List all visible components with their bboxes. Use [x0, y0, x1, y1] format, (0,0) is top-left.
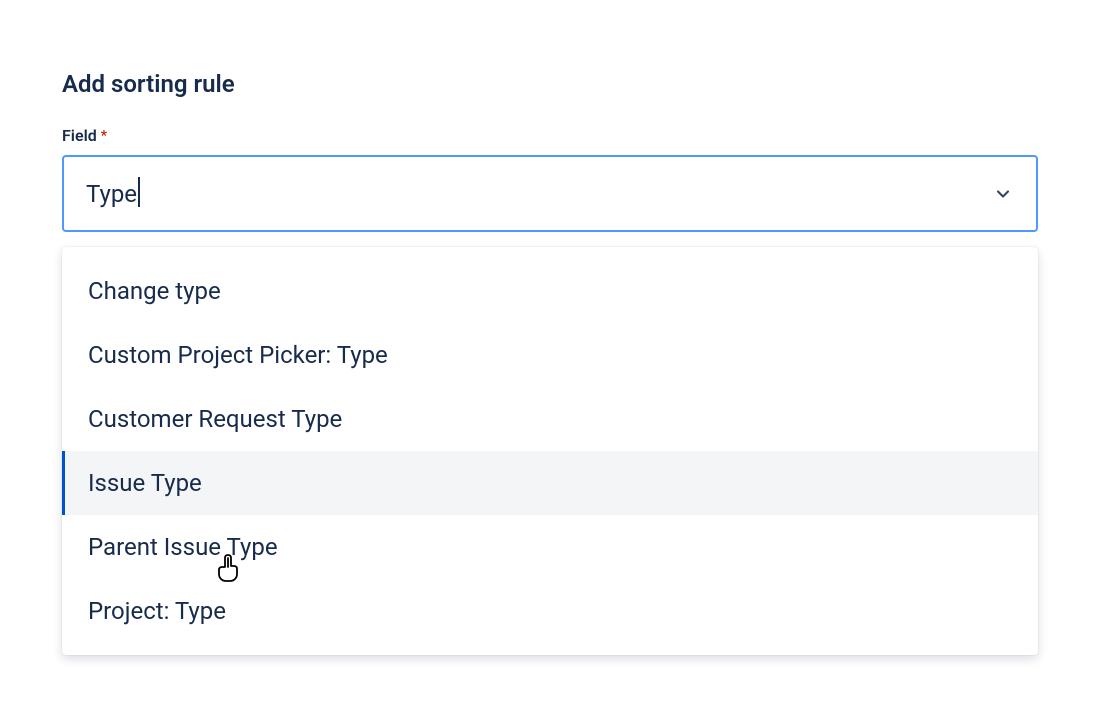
field-input-text: Type [86, 180, 137, 208]
field-select-wrapper: Type Change type Custom Project Picker: … [62, 155, 1038, 232]
chevron-down-icon[interactable] [992, 183, 1014, 205]
dialog-title: Add sorting rule [62, 70, 1038, 98]
dropdown-option[interactable]: Customer Request Type [62, 387, 1038, 451]
field-label: Field [62, 126, 97, 145]
text-cursor [138, 177, 140, 207]
field-select-input[interactable]: Type [62, 155, 1038, 232]
dropdown-option[interactable]: Custom Project Picker: Type [62, 323, 1038, 387]
dropdown-option[interactable]: Parent Issue Type [62, 515, 1038, 579]
field-dropdown: Change type Custom Project Picker: Type … [62, 247, 1038, 655]
field-label-row: Field * [62, 126, 1038, 145]
required-asterisk: * [101, 128, 107, 144]
dropdown-option[interactable]: Change type [62, 259, 1038, 323]
dropdown-option[interactable]: Project: Type [62, 579, 1038, 643]
dropdown-option[interactable]: Issue Type [62, 451, 1038, 515]
